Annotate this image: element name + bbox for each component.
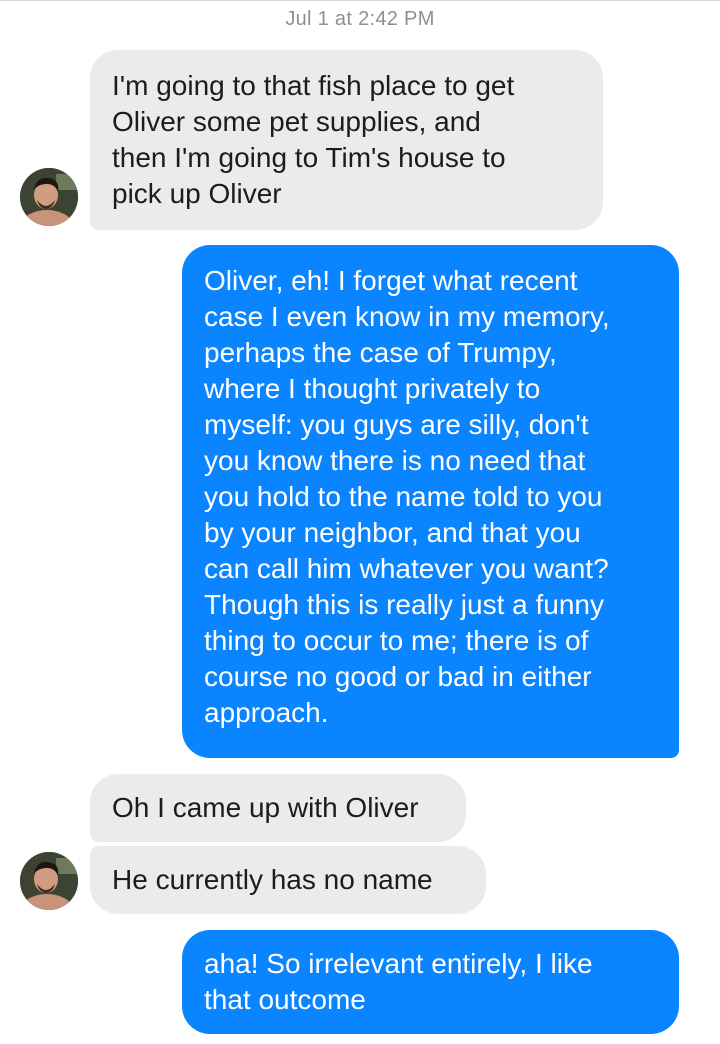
contact-avatar-icon (20, 852, 78, 910)
incoming-message-bubble[interactable]: He currently has no name (90, 846, 486, 914)
outgoing-message-bubble[interactable]: Oliver, eh! I forget what recent case I … (182, 245, 679, 758)
contact-avatar[interactable] (20, 852, 78, 910)
message-timestamp: Jul 1 at 2:42 PM (285, 8, 435, 30)
contact-avatar-icon (20, 168, 78, 226)
incoming-message-bubble[interactable]: I'm going to that fish place to get Oliv… (90, 50, 603, 230)
top-divider (0, 0, 720, 1)
outgoing-message-bubble[interactable]: aha! So irrelevant entirely, I like that… (182, 930, 679, 1034)
contact-avatar[interactable] (20, 168, 78, 226)
incoming-message-bubble[interactable]: Oh I came up with Oliver (90, 774, 466, 842)
